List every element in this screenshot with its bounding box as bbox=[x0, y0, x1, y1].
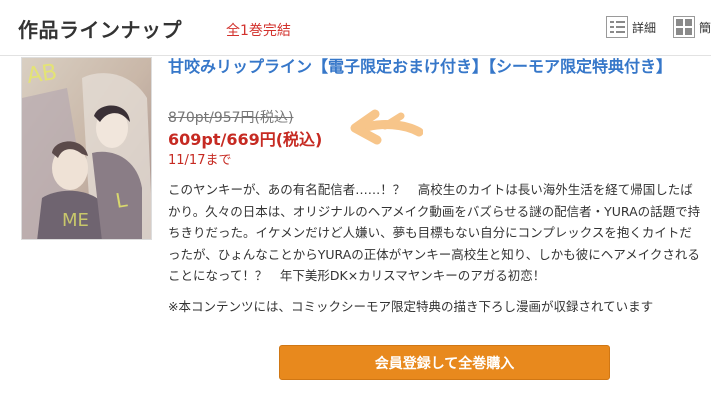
purchase-all-button[interactable]: 会員登録して全巻購入 bbox=[279, 345, 610, 380]
book-cover-image[interactable]: AB L ME bbox=[21, 57, 152, 240]
series-status: 全1巻完結 bbox=[226, 23, 291, 39]
section-header: 作品ラインナップ 全1巻完結 詳細 簡 bbox=[0, 0, 711, 56]
section-title: 作品ラインナップ bbox=[18, 18, 182, 42]
list-view-icon bbox=[606, 16, 628, 38]
arrow-left-icon bbox=[350, 109, 423, 145]
view-detail-label: 詳細 bbox=[632, 20, 657, 35]
view-grid-button[interactable]: 簡 bbox=[673, 16, 711, 38]
svg-text:ME: ME bbox=[62, 210, 89, 231]
sale-deadline: 11/17まで bbox=[168, 153, 232, 168]
grid-view-icon bbox=[673, 16, 695, 38]
view-grid-label: 簡 bbox=[699, 20, 711, 35]
view-detail-button[interactable]: 詳細 bbox=[606, 16, 656, 38]
original-price: 870pt/957円(税込) bbox=[168, 110, 294, 126]
cover-illustration: AB L ME bbox=[22, 58, 151, 239]
sale-price: 609pt/669円(税込) bbox=[168, 130, 323, 149]
svg-text:AB: AB bbox=[25, 60, 58, 89]
book-description: このヤンキーが、あの有名配信者……！？ 高校生のカイトは長い海外生活を経て帰国し… bbox=[168, 182, 701, 283]
bonus-notice: ※本コンテンツには、コミックシーモア限定特典の描き下ろし漫画が収録されています bbox=[168, 299, 654, 314]
book-title-link[interactable]: 甘咬みリップライン【電子限定おまけ付き】【シーモア限定特典付き】 bbox=[168, 56, 698, 78]
